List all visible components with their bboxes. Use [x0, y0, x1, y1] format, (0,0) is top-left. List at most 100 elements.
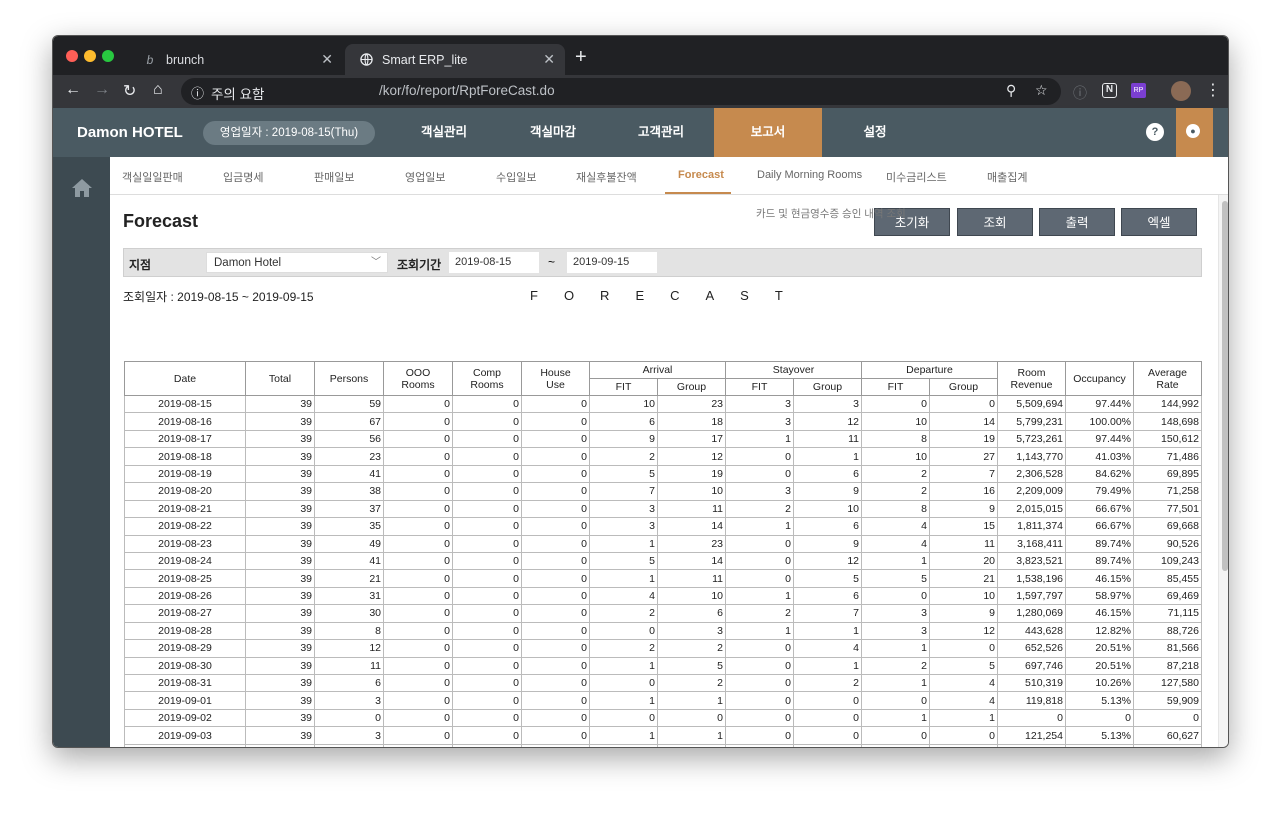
tab-brunch[interactable]: b brunch ✕ — [129, 44, 343, 75]
table-cell: 0 — [383, 708, 453, 728]
table-cell: 5 — [929, 656, 998, 676]
table-cell: 0 — [383, 726, 453, 745]
reload-icon[interactable]: ↻ — [123, 81, 136, 101]
table-cell: 1 — [861, 708, 930, 728]
notion-extension-icon[interactable]: N — [1102, 83, 1117, 98]
table-cell: 39 — [245, 482, 315, 501]
table-cell: 0 — [452, 429, 522, 449]
header-arrival: Arrival — [589, 361, 726, 379]
table-cell: 69,469 — [1133, 586, 1202, 606]
menu-reports[interactable]: 보고서 — [714, 108, 822, 157]
tab-title: brunch — [166, 52, 205, 67]
subnav-income-daily[interactable]: 수입일보 — [496, 169, 536, 185]
table-cell: 0 — [383, 691, 453, 710]
subnav-sales-daily[interactable]: 판매일보 — [314, 169, 354, 185]
print-button[interactable]: 출력 — [1039, 208, 1115, 236]
period-to-input[interactable]: 2019-09-15 — [567, 252, 657, 273]
scrollbar-thumb[interactable] — [1222, 201, 1228, 571]
zoom-icon[interactable]: ⚲ — [1006, 82, 1016, 99]
help-icon[interactable]: ? — [1146, 123, 1164, 141]
table-row: 2019-09-01 39 3 0 0 0 1 1 0 0 0 4 119,818 5.13% 59,909 — [124, 691, 1202, 710]
info-icon[interactable]: ⓘ — [191, 83, 204, 102]
new-tab-icon[interactable]: + — [575, 46, 587, 69]
subnav-forecast[interactable]: Forecast — [678, 169, 724, 181]
table-cell: 39 — [245, 429, 315, 449]
table-cell: 0 — [452, 691, 522, 710]
profile-avatar-icon[interactable] — [1171, 81, 1191, 101]
subnav-sales-summary[interactable]: 매출집계 — [987, 169, 1027, 185]
table-cell: 0 — [861, 691, 930, 710]
table-cell: 10 — [589, 394, 658, 414]
table-cell: 0 — [383, 412, 453, 431]
search-button[interactable]: 조회 — [957, 208, 1033, 236]
back-icon[interactable]: ← — [65, 81, 81, 99]
close-icon[interactable]: ✕ — [543, 51, 555, 68]
table-cell: 0 — [1065, 708, 1134, 728]
subnav-inhouse-balance[interactable]: 재실후불잔액 — [576, 169, 637, 185]
forecast-table: Date Total Persons OOO Rooms Comp Rooms Ho… — [124, 361, 1202, 747]
rp-extension-icon[interactable]: RP — [1131, 83, 1146, 98]
subnav-daily-morning-rooms[interactable]: Daily Morning Rooms — [757, 169, 862, 181]
table-cell: 0 — [929, 726, 998, 745]
table-cell: 1 — [657, 726, 726, 745]
more-menu-icon[interactable]: ⋮ — [1205, 80, 1221, 100]
brand-logo[interactable]: Damon HOTEL — [77, 124, 183, 141]
address-bar[interactable]: ⓘ 주의 요함 /kor/fo/report/RptForeCast.do ⚲ … — [181, 78, 1061, 105]
table-cell: 0 — [725, 447, 794, 466]
period-from-input[interactable]: 2019-08-15 — [449, 252, 539, 273]
report-subnav: 객실일일판매 입금명세 판매일보 영업일보 수입일보 재실후불잔액 Foreca… — [110, 157, 1228, 195]
maximize-window-button[interactable] — [102, 50, 114, 62]
tab-smart-erp[interactable]: Smart ERP_lite ✕ — [345, 44, 565, 75]
home-icon[interactable] — [70, 177, 94, 199]
table-cell: 4 — [861, 534, 930, 553]
forward-icon[interactable]: → — [94, 81, 110, 99]
minimize-window-button[interactable] — [84, 50, 96, 62]
table-cell: 8 — [861, 499, 930, 519]
subnav-business-daily[interactable]: 영업일보 — [405, 169, 445, 185]
table-row: 2019-08-16 39 67 0 0 0 6 18 3 12 10 14 5,799,231 100.… — [124, 412, 1202, 431]
table-cell: 41.03% — [1065, 447, 1134, 466]
branch-select[interactable]: Damon Hotel ﹀ — [206, 252, 388, 273]
bookmark-star-icon[interactable]: ☆ — [1035, 82, 1048, 99]
table-row: 2019-08-18 39 23 0 0 0 2 12 0 1 10 27 1,143,770 41.03… — [124, 447, 1202, 466]
url-text[interactable]: /kor/fo/report/RptForeCast.do — [379, 83, 555, 98]
table-cell: 9 — [793, 482, 862, 501]
home-icon[interactable]: ⌂ — [153, 81, 163, 99]
table-cell: 14 — [657, 551, 726, 571]
tab-strip: b brunch ✕ Smart ERP_lite ✕ + — [53, 36, 1228, 75]
excel-button[interactable]: 엑셀 — [1121, 208, 1197, 236]
table-cell: 11 — [929, 534, 998, 553]
table-cell: 0 — [452, 464, 522, 484]
table-cell: 0 — [521, 726, 590, 745]
extension-info-icon[interactable]: ⓘ — [1073, 83, 1087, 103]
table-cell: 0 — [452, 447, 522, 466]
close-icon[interactable]: ✕ — [321, 51, 333, 68]
subnav-daily-room-sales[interactable]: 객실일일판매 — [122, 169, 183, 185]
table-cell: 12 — [314, 639, 384, 658]
user-menu-button[interactable]: ● — [1176, 108, 1213, 157]
menu-customer-management[interactable]: 고객관리 — [611, 108, 711, 157]
table-cell: 0 — [383, 551, 453, 571]
subnav-receivables-list[interactable]: 미수금리스트 — [886, 169, 947, 185]
menu-room-management[interactable]: 객실관리 — [394, 108, 494, 157]
table-cell: 0 — [521, 621, 590, 641]
table-cell: 35 — [314, 517, 384, 536]
vertical-scrollbar[interactable] — [1218, 195, 1228, 747]
table-cell: 11 — [314, 656, 384, 676]
menu-settings[interactable]: 설정 — [825, 108, 925, 157]
table-cell: 1 — [793, 621, 862, 641]
table-row: 2019-08-23 39 49 0 0 0 1 23 0 9 4 11 3,168,411 89.74%… — [124, 534, 1202, 553]
table-row: 2019-09-02 39 0 0 0 0 0 0 0 0 1 1 0 0 0 — [124, 708, 1202, 728]
table-cell: 2 — [657, 673, 726, 693]
table-cell: 18 — [657, 412, 726, 431]
table-cell: 0 — [725, 464, 794, 484]
table-cell: 2,015,015 — [997, 499, 1066, 519]
subnav-deposit-details[interactable]: 입금명세 — [223, 169, 263, 185]
table-cell: 39 — [245, 394, 315, 414]
table-cell: 67 — [314, 412, 384, 431]
table-cell: 0 — [452, 586, 522, 606]
table-cell: 8 — [314, 621, 384, 641]
header-departure-group: Group — [929, 378, 998, 396]
close-window-button[interactable] — [66, 50, 78, 62]
menu-room-closing[interactable]: 객실마감 — [503, 108, 603, 157]
